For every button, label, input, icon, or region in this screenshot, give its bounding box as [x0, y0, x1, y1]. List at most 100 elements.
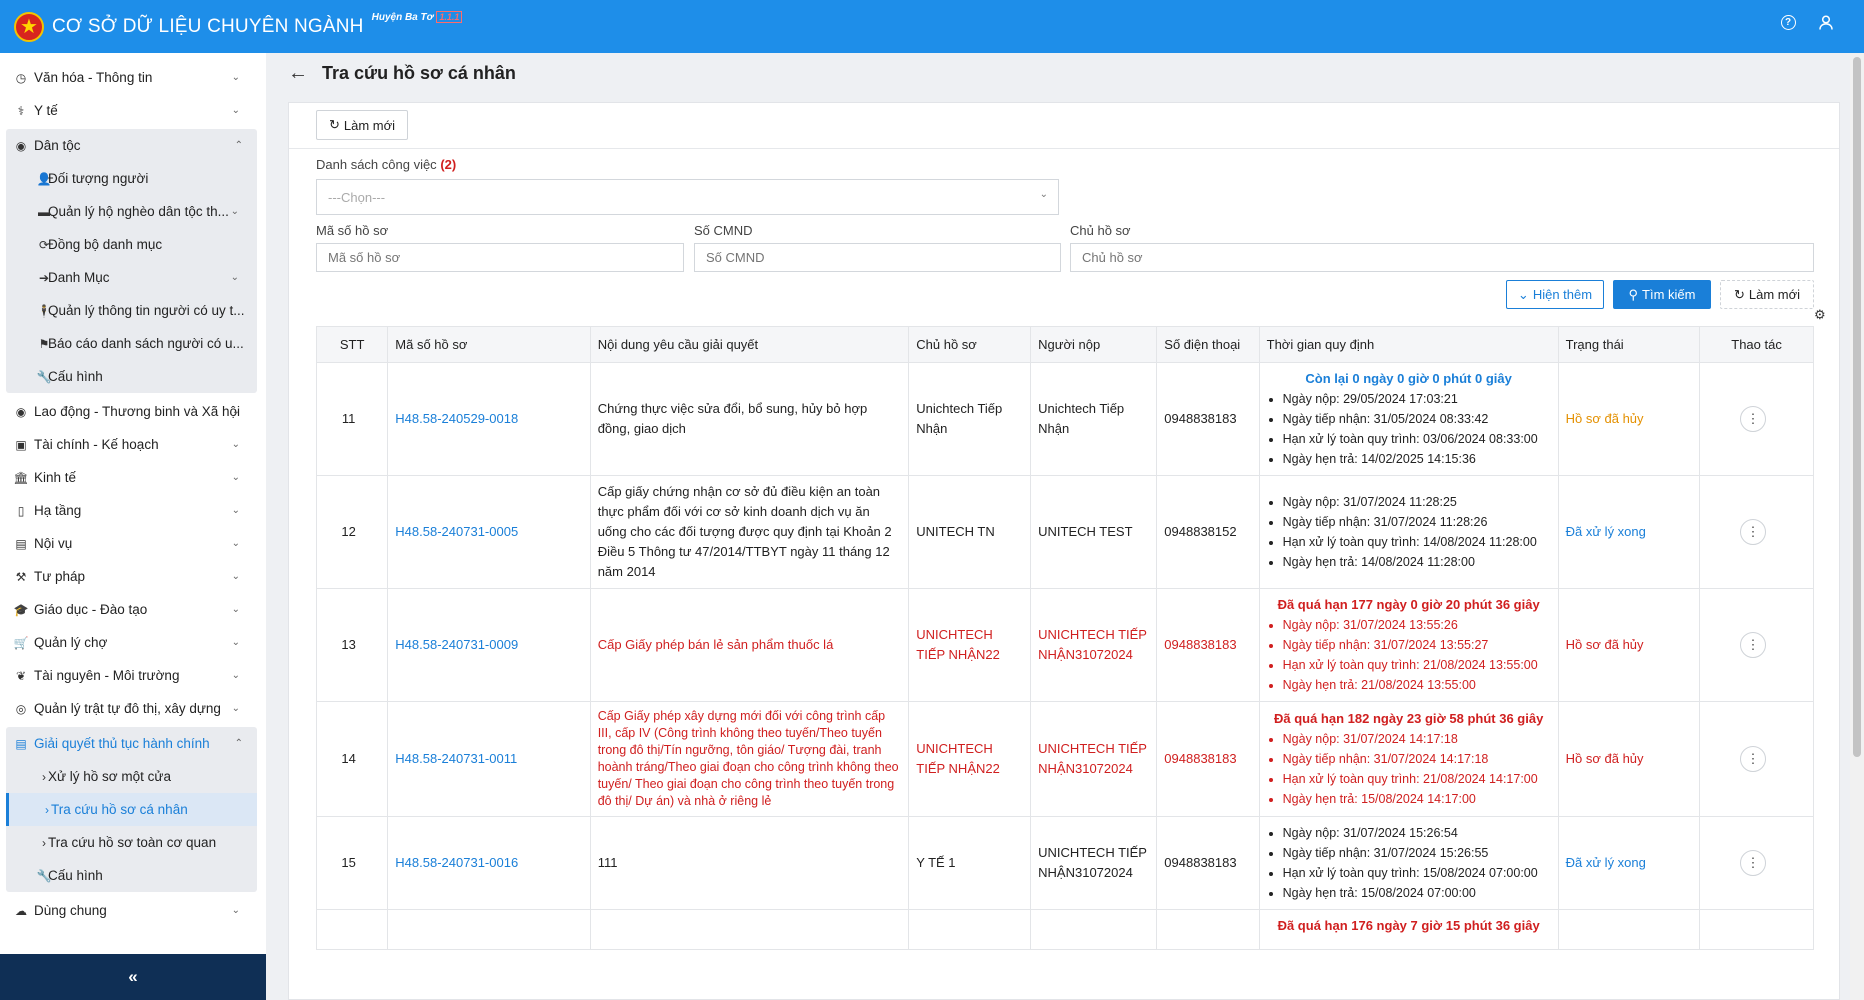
sidebar-collapse-button[interactable]: «	[0, 954, 266, 1000]
more-actions-icon[interactable]: ⋮	[1740, 406, 1767, 432]
work-list-select[interactable]: ---Chọn--- ⌄	[316, 179, 1059, 215]
table-row: 12 H48.58-240731-0005 Cấp giấy chứng nhậ…	[315, 475, 1814, 589]
cell-content: Cấp giấy chứng nhận cơ sở đủ điều kiện a…	[589, 475, 910, 589]
sidebar-item-tu-phap[interactable]: ⚒ Tư pháp ⌄	[0, 560, 266, 593]
record-code-link[interactable]: H48.58-240731-0011	[387, 701, 591, 817]
sidebar-subitem-doi-tuong[interactable]: 👤 Đối tượng người	[6, 162, 257, 195]
owner-input[interactable]	[1070, 243, 1814, 272]
cell-stt: 11	[315, 362, 389, 476]
sidebar-subitem-bao-cao[interactable]: ⚑ Báo cáo danh sách người có u...	[6, 327, 257, 360]
chevron-down-icon: ⌄	[231, 406, 240, 417]
time-received: Ngày tiếp nhận: 31/07/2024 11:28:26	[1283, 512, 1551, 532]
sidebar-item-label: Đối tượng người	[48, 171, 149, 186]
sidebar-subitem-danh-muc[interactable]: ➔ Danh Mục ⌄	[6, 261, 257, 294]
page-scrollbar[interactable]	[1850, 53, 1864, 1000]
sidebar-item-ha-tang[interactable]: ▯ Hạ tầng ⌄	[0, 494, 266, 527]
more-actions-icon[interactable]: ⋮	[1740, 850, 1767, 876]
sidebar-item-dan-toc[interactable]: ◉ Dân tộc ⌃	[6, 129, 257, 162]
back-arrow-icon[interactable]: ←	[288, 62, 308, 85]
more-actions-icon[interactable]: ⋮	[1740, 632, 1767, 658]
cell-owner	[908, 909, 1032, 950]
help-icon[interactable]: ?	[1780, 14, 1796, 30]
time-submitted: Ngày nộp: 29/05/2024 17:03:21	[1283, 389, 1551, 409]
show-more-button[interactable]: ⌄ Hiện thêm	[1506, 280, 1604, 309]
time-deadline: Hạn xử lý toàn quy trình: 21/08/2024 13:…	[1283, 655, 1551, 675]
scrollbar-thumb[interactable]	[1853, 57, 1861, 757]
record-code-link[interactable]: H48.58-240529-0018	[387, 362, 591, 476]
national-emblem-logo: ★	[14, 11, 44, 42]
code-input[interactable]	[316, 243, 684, 272]
sidebar-item-y-te[interactable]: ⚕ Y tế ⌄	[0, 94, 266, 127]
sidebar-item-noi-vu[interactable]: ▤ Nội vụ ⌄	[0, 527, 266, 560]
table-header-row: STT Mã số hồ sơ Nội dung yêu cầu giải qu…	[315, 326, 1814, 363]
sidebar-item-label: Y tế	[34, 103, 58, 118]
search-icon: ⚲	[1628, 286, 1639, 302]
sidebar-item-tai-chinh[interactable]: ▣ Tài chính - Kế hoạch ⌄	[0, 428, 266, 461]
cell-submitter: UNICHTECH TIẾP NHẬN31072024	[1030, 588, 1158, 702]
sidebar-item-label: Lao động - Thương binh và Xã hội	[34, 404, 241, 419]
cell-actions: ⋮	[1699, 588, 1814, 702]
sidebar-subitem-mot-cua[interactable]: › Xử lý hồ sơ một cửa	[6, 760, 257, 793]
sidebar-item-label: Quản lý trật tự đô thị, xây dựng	[34, 701, 221, 716]
sidebar-item-label: Dùng chung	[34, 903, 107, 918]
gavel-icon: ⚒	[15, 569, 27, 584]
sidebar-item-tai-nguyen[interactable]: ❦ Tài nguyên - Môi trường ⌄	[0, 659, 266, 692]
id-input[interactable]	[694, 243, 1061, 272]
cell-content	[589, 909, 910, 950]
cell-stt: 14	[315, 701, 389, 817]
show-more-label: Hiện thêm	[1532, 287, 1593, 302]
time-submitted: Ngày nộp: 31/07/2024 14:17:18	[1283, 729, 1551, 749]
sidebar-item-giao-duc[interactable]: 🎓 Giáo dục - Đào tạo ⌄	[0, 593, 266, 626]
sidebar-subitem-dong-bo[interactable]: ⟳ Đồng bộ danh mục	[6, 228, 257, 261]
sync-icon: ⟳	[38, 237, 50, 252]
district-name: Huyện Ba Tơ	[371, 12, 434, 23]
record-code-link[interactable]: H48.58-240731-0005	[387, 475, 591, 589]
table-row: 13 H48.58-240731-0009 Cấp Giấy phép bán …	[315, 588, 1814, 702]
sidebar-subitem-cau-hinh[interactable]: 🔧 Cấu hình	[6, 360, 257, 393]
newspaper-icon: ▤	[15, 536, 27, 551]
chevron-down-icon: ⌄	[231, 571, 240, 582]
cell-content: 111	[589, 816, 910, 910]
col-header-content: Nội dung yêu cầu giải quyết	[589, 326, 910, 363]
record-code-link[interactable]: H48.58-240731-0009	[387, 588, 591, 702]
sidebar-item-van-hoa[interactable]: ◷ Văn hóa - Thông tin ⌄	[0, 61, 266, 94]
cell-owner: UNITECH TN	[908, 475, 1032, 589]
sidebar-subitem-tra-cuu-co-quan[interactable]: › Tra cứu hồ sơ toàn cơ quan	[6, 826, 257, 859]
clock-icon: ◷	[15, 70, 27, 85]
cell-actions: ⋮	[1699, 701, 1814, 817]
work-list-label-text: Danh sách công việc	[316, 157, 437, 172]
more-actions-icon[interactable]: ⋮	[1740, 519, 1767, 545]
reset-button[interactable]: ↻ Làm mới	[1720, 280, 1814, 309]
chevron-up-icon: ⌃	[234, 140, 243, 151]
sidebar-subitem-tra-cuu-ca-nhan[interactable]: › Tra cứu hồ sơ cá nhân	[6, 793, 257, 826]
top-bar: ★ CƠ SỞ DỮ LIỆU CHUYÊN NGÀNH Huyện Ba Tơ…	[0, 0, 1864, 53]
status-badge: Hồ sơ đã hủy	[1557, 362, 1701, 476]
sidebar-item-kinh-te[interactable]: 🏛 Kinh tế ⌄	[0, 461, 266, 494]
work-list-placeholder: ---Chọn---	[328, 189, 386, 205]
user-icon[interactable]	[1818, 14, 1834, 30]
sidebar-item-trat-tu-do-thi[interactable]: ◎ Quản lý trật tự đô thị, xây dựng ⌄	[0, 692, 266, 725]
id-label: Số CMND	[694, 223, 753, 238]
more-actions-icon[interactable]: ⋮	[1740, 746, 1767, 772]
time-deadline: Hạn xử lý toàn quy trình: 21/08/2024 14:…	[1283, 769, 1551, 789]
sidebar-item-dung-chung[interactable]: ☁ Dùng chung ⌄	[0, 894, 266, 927]
cell-content: Cấp Giấy phép xây dựng mới đối với công …	[589, 701, 910, 817]
sidebar-item-label: Dân tộc	[34, 138, 81, 153]
chevron-right-icon: ›	[45, 802, 49, 817]
records-table: STT Mã số hồ sơ Nội dung yêu cầu giải qu…	[315, 326, 1814, 950]
page-heading: ← Tra cứu hồ sơ cá nhân	[288, 62, 516, 85]
sidebar-item-giai-quyet-tthc[interactable]: ▤ Giải quyết thủ tục hành chính ⌃	[6, 727, 257, 760]
sidebar-item-label: Cấu hình	[48, 868, 103, 883]
cell-code	[387, 909, 591, 950]
person-tie-icon: 🕴	[36, 303, 52, 318]
cell-status	[1557, 909, 1701, 950]
sidebar-subitem-nguoi-uy-tin[interactable]: 🕴 Quản lý thông tin người có uy t...	[6, 294, 257, 327]
record-code-link[interactable]: H48.58-240731-0016	[387, 816, 591, 910]
search-button[interactable]: ⚲ Tìm kiếm	[1613, 280, 1711, 309]
sidebar-subitem-ho-ngheo[interactable]: ▬ Quản lý hộ nghèo dân tộc th... ⌄	[6, 195, 257, 228]
sidebar-item-quan-ly-cho[interactable]: 🛒 Quản lý chợ ⌄	[0, 626, 266, 659]
settings-gears-icon[interactable]: ⚙	[1814, 307, 1826, 323]
sidebar-item-lao-dong[interactable]: ◉ Lao động - Thương binh và Xã hội ⌄	[0, 395, 266, 428]
refresh-button-top[interactable]: ↻ Làm mới	[316, 110, 408, 140]
sidebar-subitem-cau-hinh-tthc[interactable]: 🔧 Cấu hình	[6, 859, 257, 892]
